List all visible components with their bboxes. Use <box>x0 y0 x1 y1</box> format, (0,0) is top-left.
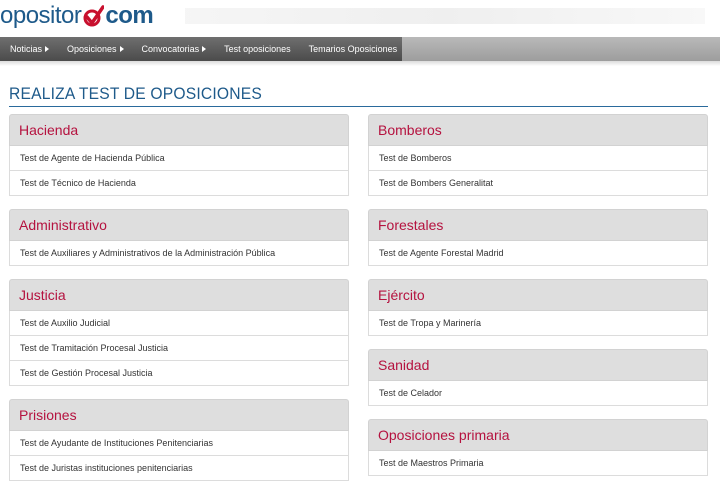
title-divider <box>9 106 708 107</box>
test-link[interactable]: Test de Bomberos <box>368 146 708 171</box>
category-title[interactable]: Justicia <box>9 279 349 311</box>
category-box: Ejército Test de Tropa y Marinería <box>368 279 708 336</box>
test-link[interactable]: Test de Bombers Generalitat <box>368 171 708 196</box>
left-category-column: Hacienda Test de Agente de Hacienda Públi… <box>9 114 349 494</box>
nav-bar-filler <box>402 37 720 61</box>
nav-item-label: Convocatorias <box>141 44 200 54</box>
main-navigation: Noticias Oposiciones Convocatorias Test opo… <box>0 37 720 61</box>
nav-item-convocatorias[interactable]: Convocatorias <box>133 37 216 61</box>
caret-right-icon <box>119 46 124 52</box>
category-box: Justicia Test de Auxilio Judicial Test de … <box>9 279 349 386</box>
nav-item-label: Test oposiciones <box>224 44 291 54</box>
category-box: Prisiones Test de Ayudante de Institucion… <box>9 399 349 481</box>
category-box: Forestales Test de Agente Forestal Madrid <box>368 209 708 266</box>
nav-item-test-oposiciones[interactable]: Test oposiciones <box>215 37 300 61</box>
category-box: Hacienda Test de Agente de Hacienda Públi… <box>9 114 349 196</box>
category-title[interactable]: Forestales <box>368 209 708 241</box>
category-box: Sanidad Test de Celador <box>368 349 708 406</box>
category-box: Oposiciones primaria Test de Maestros Pri… <box>368 419 708 476</box>
category-title[interactable]: Administrativo <box>9 209 349 241</box>
test-link[interactable]: Test de Agente Forestal Madrid <box>368 241 708 266</box>
category-title[interactable]: Ejército <box>368 279 708 311</box>
category-title[interactable]: Sanidad <box>368 349 708 381</box>
caret-right-icon <box>45 46 50 52</box>
test-link[interactable]: Test de Tropa y Marinería <box>368 311 708 336</box>
test-link[interactable]: Test de Agente de Hacienda Pública <box>9 146 349 171</box>
nav-item-temarios-oposiciones[interactable]: Temarios Oposiciones <box>300 37 407 61</box>
category-box: Administrativo Test de Auxiliares y Admin… <box>9 209 349 266</box>
site-logo[interactable]: opositor com <box>0 1 154 31</box>
header-banner-blurred <box>185 8 705 24</box>
test-link[interactable]: Test de Técnico de Hacienda <box>9 171 349 196</box>
category-title[interactable]: Oposiciones primaria <box>368 419 708 451</box>
right-category-column: Bomberos Test de Bomberos Test de Bombers … <box>368 114 708 489</box>
nav-item-noticias[interactable]: Noticias <box>0 37 58 61</box>
nav-item-oposiciones[interactable]: Oposiciones <box>58 37 133 61</box>
logo-text-com: com <box>105 2 154 29</box>
category-box: Bomberos Test de Bomberos Test de Bombers … <box>368 114 708 196</box>
category-title[interactable]: Hacienda <box>9 114 349 146</box>
site-header: opositor com <box>0 0 720 36</box>
nav-item-label: Temarios Oposiciones <box>308 44 398 54</box>
test-link[interactable]: Test de Auxilio Judicial <box>9 311 349 336</box>
nav-item-label: Oposiciones <box>67 44 117 54</box>
test-link[interactable]: Test de Juristas instituciones penitenci… <box>9 456 349 481</box>
category-title[interactable]: Prisiones <box>9 399 349 431</box>
nav-menu: Noticias Oposiciones Convocatorias Test opo… <box>0 37 402 61</box>
test-link[interactable]: Test de Gestión Procesal Justicia <box>9 361 349 386</box>
caret-right-icon <box>202 46 207 52</box>
nav-shadow <box>0 61 720 66</box>
test-link[interactable]: Test de Ayudante de Instituciones Penite… <box>9 431 349 456</box>
test-link[interactable]: Test de Tramitación Procesal Justicia <box>9 336 349 361</box>
page-title: REALIZA TEST DE OPOSICIONES <box>9 84 262 103</box>
logo-text-opositor: opositor <box>0 2 82 29</box>
nav-item-label: Noticias <box>10 44 43 54</box>
test-link[interactable]: Test de Celador <box>368 381 708 406</box>
test-link[interactable]: Test de Auxiliares y Administrativos de … <box>9 241 349 266</box>
test-link[interactable]: Test de Maestros Primaria <box>368 451 708 476</box>
category-title[interactable]: Bomberos <box>368 114 708 146</box>
checkmark-logo-icon <box>83 5 105 27</box>
